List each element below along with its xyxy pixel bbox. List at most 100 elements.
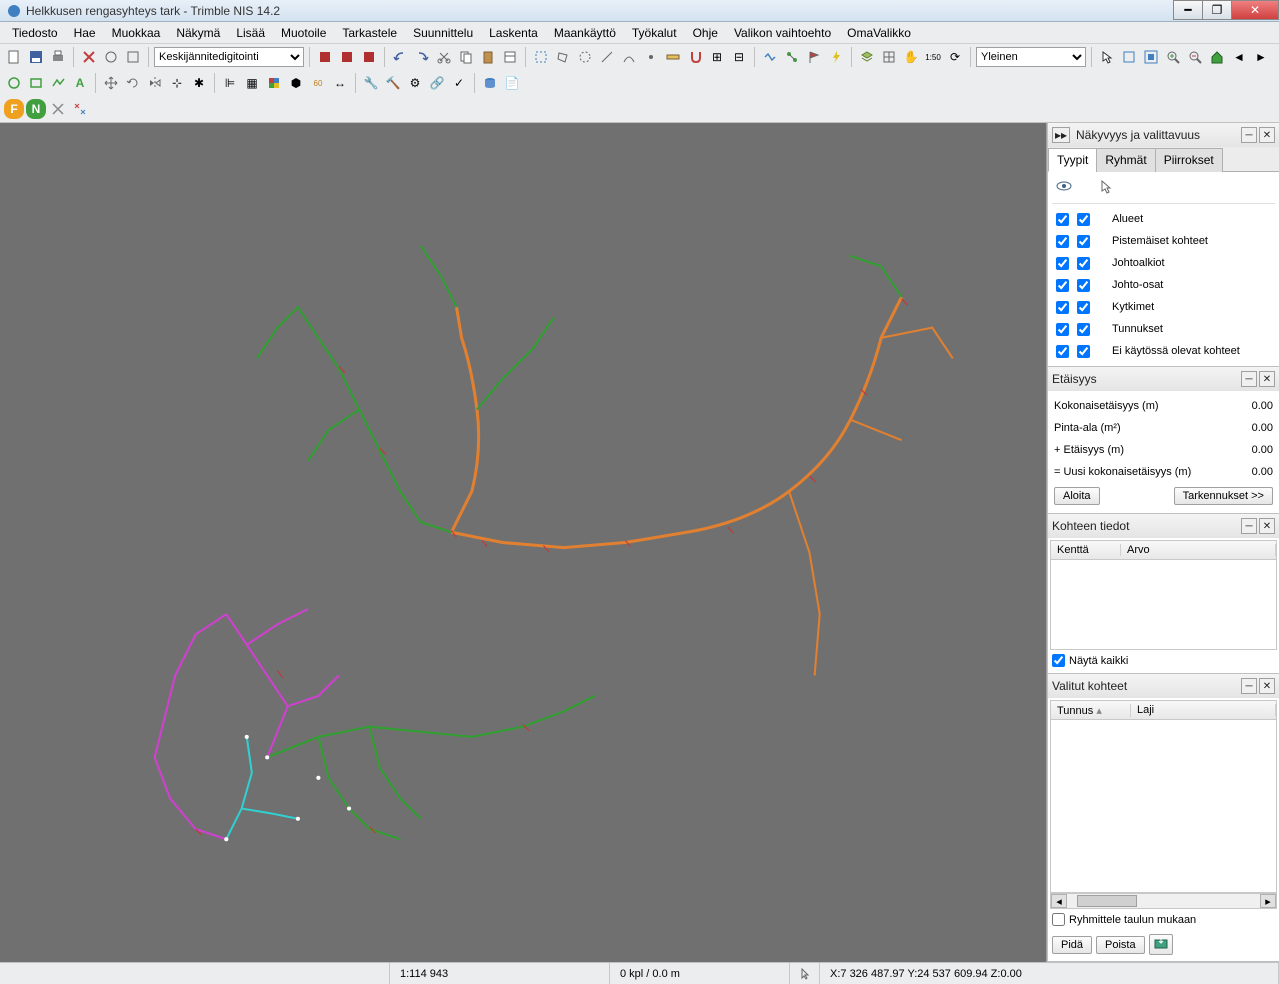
col-tunnus[interactable]: Tunnus ▴ [1051,704,1131,717]
layer-selectable-checkbox[interactable] [1077,235,1090,248]
new-icon[interactable] [4,47,24,67]
layer-visibility-checkbox[interactable] [1056,213,1069,226]
window-minimize-button[interactable]: ━ [1173,0,1203,20]
layers-icon[interactable] [857,47,877,67]
rotate-icon[interactable] [123,73,143,93]
scroll-thumb[interactable] [1077,895,1137,907]
tab-ryhmat[interactable]: Ryhmät [1096,148,1155,172]
copy-icon[interactable] [456,47,476,67]
mode-select[interactable]: Keskijännitedigitointi [154,47,304,67]
layer-visibility-checkbox[interactable] [1056,279,1069,292]
layer-visibility-checkbox[interactable] [1056,323,1069,336]
gear-icon[interactable]: ⚙ [405,73,425,93]
menu-nakyma[interactable]: Näkymä [168,24,228,42]
remove-button[interactable]: Poista [1096,936,1145,954]
report-icon[interactable]: 📄 [502,73,522,93]
scroll-right-icon[interactable]: ▸ [1260,894,1276,908]
grid-icon[interactable] [879,47,899,67]
divide-icon[interactable]: ⊹ [167,73,187,93]
move-icon[interactable] [101,73,121,93]
grid2-icon[interactable]: ▦ [242,73,262,93]
tab-tyypit[interactable]: Tyypit [1048,148,1097,172]
hammer-icon[interactable]: 🔨 [383,73,403,93]
save-icon[interactable] [26,47,46,67]
window-close-button[interactable]: ✕ [1231,0,1279,20]
window-maximize-button[interactable]: ❐ [1202,0,1232,20]
tab-piirrokset[interactable]: Piirrokset [1155,148,1223,172]
menu-ohje[interactable]: Ohje [685,24,726,42]
cut-icon[interactable] [434,47,454,67]
color-icon[interactable] [264,73,284,93]
f-icon[interactable]: F [4,99,24,119]
lightning-icon[interactable] [826,47,846,67]
redo-icon[interactable] [412,47,432,67]
menu-tiedosto[interactable]: Tiedosto [4,24,66,42]
mirror-icon[interactable] [145,73,165,93]
tool-a-icon[interactable] [101,47,121,67]
edit-arc-icon[interactable] [619,47,639,67]
scale-icon[interactable]: 1:50 [923,47,943,67]
edit-line-icon[interactable] [597,47,617,67]
layer-visibility-checkbox[interactable] [1056,257,1069,270]
wrench-icon[interactable]: 🔧 [361,73,381,93]
menu-omavalikko[interactable]: OmaValikko [839,24,919,42]
panel-minimize-button[interactable]: ─ [1241,371,1257,387]
layer-selectable-checkbox[interactable] [1077,345,1090,358]
view-select[interactable]: Yleinen [976,47,1086,67]
map-canvas[interactable] [0,123,1047,962]
network-icon[interactable] [782,47,802,67]
menu-hae[interactable]: Hae [66,24,104,42]
layer-selectable-checkbox[interactable] [1077,279,1090,292]
start-button[interactable]: Aloita [1054,487,1100,505]
col-laji[interactable]: Laji [1131,704,1276,716]
selected-hscroll[interactable]: ◂ ▸ [1050,893,1277,909]
multi-cross-icon[interactable] [70,99,90,119]
panel-close-button[interactable]: ✕ [1259,518,1275,534]
menu-suunnittelu[interactable]: Suunnittelu [405,24,481,42]
layer-selectable-checkbox[interactable] [1077,213,1090,226]
tool-b-icon[interactable] [123,47,143,67]
draw-polyline-icon[interactable] [48,73,68,93]
layer-visibility-checkbox[interactable] [1056,345,1069,358]
refresh-icon[interactable]: ⟳ [945,47,965,67]
layer-visibility-checkbox[interactable] [1056,301,1069,314]
draw-circle-icon[interactable] [4,73,24,93]
col-field[interactable]: Kenttä [1051,544,1121,556]
layer-selectable-checkbox[interactable] [1077,257,1090,270]
zoom-in-icon[interactable] [1163,47,1183,67]
tool-d-icon[interactable]: ⊟ [729,47,749,67]
scroll-left-icon[interactable]: ◂ [1051,894,1067,908]
draw-text-icon[interactable]: A [70,73,90,93]
n60-icon[interactable]: 60 [308,73,328,93]
align-icon[interactable]: ⊫ [220,73,240,93]
keep-button[interactable]: Pidä [1052,936,1092,954]
layer-selectable-checkbox[interactable] [1077,323,1090,336]
snap-icon[interactable] [685,47,705,67]
panel-close-button[interactable]: ✕ [1259,127,1275,143]
col-value[interactable]: Arvo [1121,544,1276,556]
pointer-icon[interactable] [1097,47,1117,67]
panel-minimize-button[interactable]: ─ [1241,127,1257,143]
panel-minimize-button[interactable]: ─ [1241,678,1257,694]
show-all-checkbox[interactable] [1052,654,1065,667]
dim-icon[interactable]: ↔ [330,73,350,93]
menu-muotoile[interactable]: Muotoile [273,24,334,42]
flag-icon[interactable] [804,47,824,67]
cube-red3-icon[interactable] [359,47,379,67]
forward-icon[interactable]: ► [1251,47,1271,67]
symbol-icon[interactable]: ⬢ [286,73,306,93]
zoom-extent-icon[interactable] [1141,47,1161,67]
trace-icon[interactable] [760,47,780,67]
menu-maankaytto[interactable]: Maankäyttö [546,24,624,42]
check-icon[interactable]: ✓ [449,73,469,93]
print-icon[interactable] [48,47,68,67]
panel-close-button[interactable]: ✕ [1259,371,1275,387]
menu-tarkastele[interactable]: Tarkastele [334,24,405,42]
back-icon[interactable]: ◄ [1229,47,1249,67]
select-poly-icon[interactable] [553,47,573,67]
paste-icon[interactable] [478,47,498,67]
home-icon[interactable] [1207,47,1227,67]
menu-tyokalut[interactable]: Työkalut [624,24,685,42]
layer-selectable-checkbox[interactable] [1077,301,1090,314]
menu-lisaa[interactable]: Lisää [228,24,273,42]
